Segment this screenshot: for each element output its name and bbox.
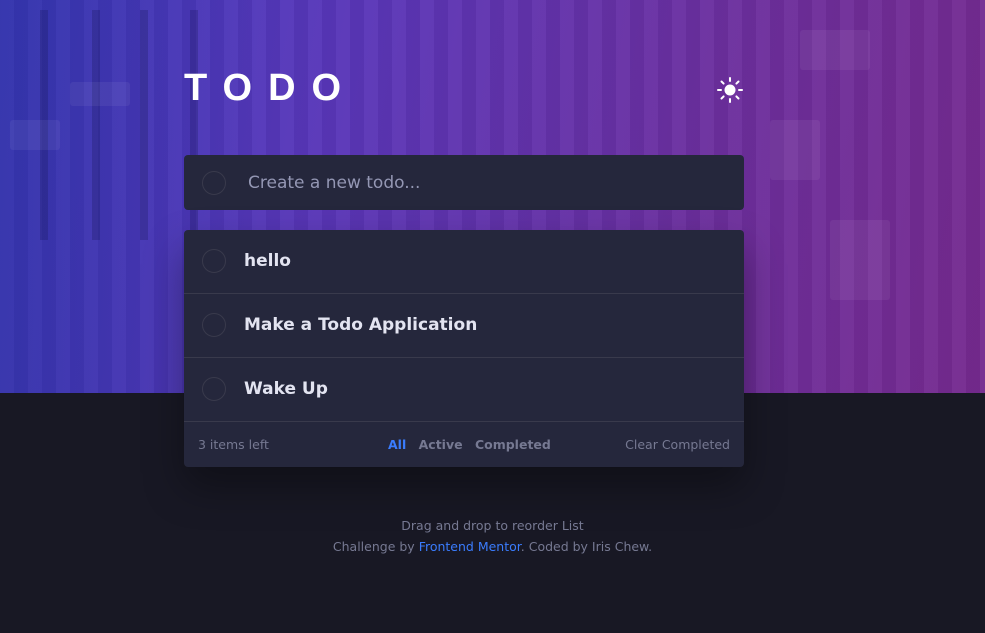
hero-block — [800, 30, 870, 70]
filter-group: All Active Completed — [388, 422, 559, 467]
filter-active[interactable]: Active — [419, 437, 463, 452]
todo-list: hello Make a Todo Application Wake Up 3 … — [184, 230, 744, 467]
items-left-count: 3 items left — [198, 437, 269, 452]
todo-check-circle[interactable] — [202, 377, 226, 401]
todo-check-circle[interactable] — [202, 249, 226, 273]
hero-block — [10, 120, 60, 150]
todo-item-text: hello — [244, 251, 291, 271]
new-todo-check-circle[interactable] — [202, 171, 226, 195]
frontend-mentor-link[interactable]: Frontend Mentor — [419, 539, 521, 554]
todo-item[interactable]: Wake Up — [184, 358, 744, 422]
attribution-suffix: . Coded by Iris Chew. — [520, 539, 653, 554]
hero-block — [770, 120, 820, 180]
filter-completed[interactable]: Completed — [475, 437, 551, 452]
todo-item[interactable]: Make a Todo Application — [184, 294, 744, 358]
sun-icon[interactable] — [716, 76, 744, 104]
new-todo-input[interactable] — [248, 155, 728, 210]
reorder-hint: Drag and drop to reorder List — [401, 518, 584, 533]
app-title: TODO — [184, 67, 358, 109]
todo-check-circle[interactable] — [202, 313, 226, 337]
todo-item[interactable]: hello — [184, 230, 744, 294]
app-header: TODO — [184, 66, 744, 110]
attribution: Challenge by Frontend Mentor. Coded by I… — [0, 539, 985, 554]
list-footer: 3 items left All Active Completed Clear … — [184, 422, 744, 467]
todo-item-text: Make a Todo Application — [244, 315, 478, 335]
attribution-prefix: Challenge by — [332, 539, 415, 554]
hero-block — [70, 82, 130, 106]
hero-block — [830, 220, 890, 300]
new-todo-card — [184, 155, 744, 210]
hero-pillar — [92, 10, 100, 240]
hero-pillar — [140, 10, 148, 240]
todo-item-text: Wake Up — [244, 379, 328, 399]
clear-completed-button[interactable]: Clear Completed — [625, 422, 730, 467]
filter-all[interactable]: All — [388, 437, 406, 452]
